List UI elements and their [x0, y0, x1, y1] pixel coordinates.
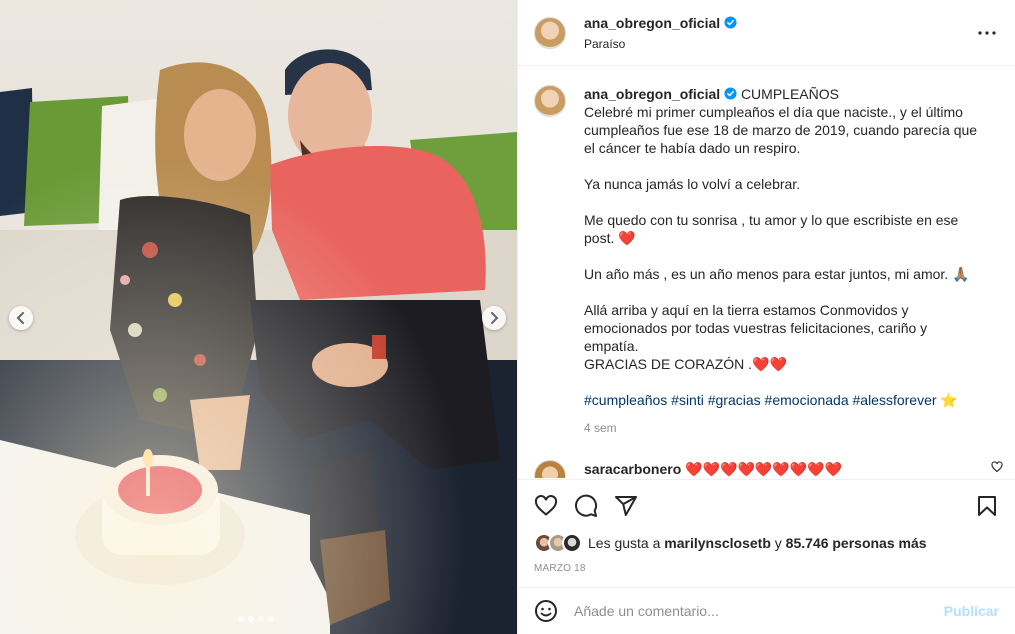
post-location[interactable]: Paraíso — [584, 37, 975, 51]
carousel-prev-button[interactable] — [9, 306, 33, 330]
emoji-icon[interactable] — [534, 599, 558, 623]
comment-avatar[interactable] — [534, 460, 566, 478]
verified-icon — [724, 87, 737, 100]
post-side-panel: ana_obregon_oficial Paraíso ana_obregon_… — [517, 0, 1015, 634]
action-icons — [534, 480, 999, 532]
carousel-dots — [238, 616, 274, 622]
likes-connector: y — [774, 535, 782, 551]
share-icon[interactable] — [614, 494, 638, 518]
comment-username[interactable]: saracarbonero — [584, 461, 681, 477]
likes-text: Les gusta a marilynsclosetb y 85.746 per… — [588, 535, 927, 551]
caption-paragraph-3: Me quedo con tu sonrisa , tu amor y lo q… — [584, 212, 959, 246]
more-options-icon — [978, 30, 996, 35]
chevron-left-icon — [16, 312, 24, 324]
chevron-right-icon — [491, 312, 499, 324]
header-username[interactable]: ana_obregon_oficial — [584, 15, 720, 31]
more-options-button[interactable] — [975, 21, 999, 45]
caption-paragraph-4: Un año más , es un año menos para estar … — [584, 266, 970, 282]
likes-row: Les gusta a marilynsclosetb y 85.746 per… — [534, 532, 999, 554]
caption-paragraph-1: Celebré mi primer cumpleaños el día que … — [584, 104, 978, 156]
comment-icon[interactable] — [574, 494, 598, 518]
carousel-next-button[interactable] — [482, 306, 506, 330]
photo-image — [0, 0, 517, 634]
caption-paragraph-5: Allá arriba y aquí en la tierra estamos … — [584, 302, 928, 354]
add-comment-bar: Publicar — [518, 587, 1015, 634]
comment-input[interactable] — [574, 603, 944, 619]
heart-icon[interactable] — [534, 494, 558, 518]
likes-prefix: Les gusta a — [588, 535, 661, 551]
comment-body: ❤️❤️❤️❤️❤️❤️❤️❤️❤️ — [685, 461, 843, 477]
comment-like-icon[interactable] — [991, 461, 1003, 473]
avatar[interactable] — [534, 16, 566, 49]
verified-icon — [724, 16, 737, 29]
likes-user[interactable]: marilynsclosetb — [664, 535, 771, 551]
carousel-dot — [248, 616, 254, 622]
liker-avatar — [562, 533, 582, 553]
comments-area[interactable]: ana_obregon_oficial CUMPLEAÑOS Celebré m… — [518, 67, 1015, 478]
caption-title: CUMPLEAÑOS — [740, 86, 839, 102]
bookmark-icon[interactable] — [975, 494, 999, 518]
post-photo[interactable] — [0, 0, 517, 634]
post-modal: ana_obregon_oficial Paraíso ana_obregon_… — [0, 0, 1015, 634]
caption-username[interactable]: ana_obregon_oficial — [584, 86, 720, 102]
header-username-row: ana_obregon_oficial — [584, 15, 737, 31]
caption: ana_obregon_oficial CUMPLEAÑOS Celebré m… — [534, 85, 999, 437]
post-actions: Les gusta a marilynsclosetb y 85.746 per… — [518, 479, 1015, 574]
caption-body: ana_obregon_oficial CUMPLEAÑOS Celebré m… — [584, 85, 984, 437]
carousel-dot — [238, 616, 244, 622]
likes-count[interactable]: 85.746 personas más — [786, 535, 927, 551]
post-header: ana_obregon_oficial Paraíso — [518, 0, 1015, 66]
comment-text: saracarbonero ❤️❤️❤️❤️❤️❤️❤️❤️❤️ — [584, 460, 842, 478]
publish-button[interactable]: Publicar — [944, 603, 999, 619]
post-date[interactable]: MARZO 18 — [534, 563, 999, 574]
header-meta: ana_obregon_oficial Paraíso — [584, 15, 975, 51]
caption-hashtags[interactable]: #cumpleaños #sinti #gracias #emocionada … — [584, 391, 984, 409]
caption-time-ago[interactable]: 4 sem — [584, 419, 984, 437]
caption-paragraph-2: Ya nunca jamás lo volví a celebrar. — [584, 176, 801, 192]
carousel-dot — [268, 616, 274, 622]
caption-paragraph-6: GRACIAS DE CORAZÓN .❤️❤️ — [584, 356, 787, 372]
carousel-dot — [258, 616, 264, 622]
caption-avatar[interactable] — [534, 85, 566, 117]
comment-item: saracarbonero ❤️❤️❤️❤️❤️❤️❤️❤️❤️ — [534, 460, 999, 478]
